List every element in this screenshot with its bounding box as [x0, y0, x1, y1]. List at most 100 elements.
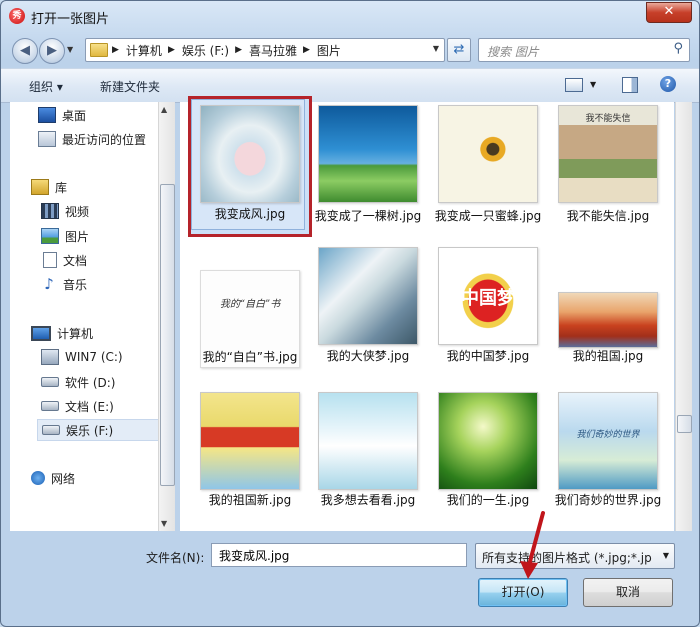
new-folder-button[interactable]: 新建文件夹: [100, 78, 160, 95]
image-thumbnail: [318, 105, 418, 203]
back-arrow-icon: ◀: [20, 43, 30, 58]
scroll-up-icon[interactable]: ▲: [161, 105, 167, 114]
address-history-dropdown[interactable]: ▼: [433, 44, 439, 53]
file-name: 我不能失信.jpg: [566, 209, 650, 223]
image-thumbnail: 我不能失信: [558, 105, 658, 203]
title-bar: 秀 打开一张图片 ✕: [1, 1, 699, 31]
scrollbar-thumb[interactable]: [677, 415, 692, 433]
file-name: 我变成风.jpg: [214, 207, 286, 221]
sidebar-item-label: 文档: [63, 253, 88, 268]
forward-arrow-icon: ▶: [47, 43, 57, 58]
cancel-button[interactable]: 取消: [583, 578, 673, 607]
sidebar-item-label: 视频: [65, 204, 90, 219]
file-name: 我的大侠梦.jpg: [326, 349, 410, 363]
recent-locations-dropdown[interactable]: ▼: [67, 45, 73, 54]
file-type-select[interactable]: 所有支持的图片格式 (*.jpg;*.jp ▼: [475, 543, 675, 569]
video-icon: [41, 203, 59, 219]
chevron-right-icon[interactable]: ▶: [112, 45, 119, 55]
command-toolbar: 组织 ▾ 新建文件夹 ▼ ?: [1, 68, 699, 103]
image-thumbnail: [438, 392, 538, 490]
close-button[interactable]: ✕: [646, 2, 692, 23]
chevron-right-icon[interactable]: ▶: [303, 45, 310, 55]
sidebar-item-computer[interactable]: 计算机: [31, 322, 178, 344]
thumbnail-caption: 我们奇妙的世界: [576, 430, 640, 440]
sidebar-item-label: WIN7 (C:): [65, 350, 123, 364]
filename-field[interactable]: [211, 543, 467, 567]
sidebar-item-label: 音乐: [63, 277, 88, 292]
recent-places-icon: [38, 131, 56, 147]
back-button[interactable]: ◀: [12, 38, 38, 64]
change-view-icon[interactable]: [565, 78, 583, 92]
drive-c-icon: [41, 349, 59, 365]
sidebar-item-label: 计算机: [57, 326, 94, 341]
network-icon: [31, 471, 45, 485]
computer-icon: [31, 325, 51, 341]
sidebar-item-label: 文档 (E:): [65, 399, 114, 414]
file-name: 我的中国梦.jpg: [446, 349, 530, 363]
app-logo-icon: 秀: [9, 8, 25, 24]
navigation-pane: 桌面 最近访问的位置 库 视频 图片 文档 ♪ 音乐 计算机 WIN7 (C:)…: [10, 102, 165, 531]
view-options-dropdown[interactable]: ▼: [590, 80, 596, 89]
image-thumbnail: [558, 292, 658, 348]
thumbnail-caption: 我不能失信: [585, 114, 631, 124]
file-name: 我变成了一棵树.jpg: [314, 209, 422, 223]
sidebar-item-label: 最近访问的位置: [62, 132, 147, 147]
file-list-scrollbar[interactable]: [675, 102, 692, 531]
sidebar-item-label: 桌面: [62, 108, 87, 123]
sidebar-item-label: 图片: [65, 229, 90, 244]
help-icon[interactable]: ?: [660, 76, 676, 92]
file-type-value: 所有支持的图片格式 (*.jpg;*.jp: [482, 551, 652, 565]
sidebar-item-label: 娱乐 (F:): [66, 423, 114, 438]
forward-button[interactable]: ▶: [39, 38, 65, 64]
library-icon: [31, 179, 49, 195]
image-thumbnail: [200, 392, 300, 490]
chevron-right-icon[interactable]: ▶: [235, 45, 242, 55]
breadcrumb-himalaya[interactable]: 喜马拉雅: [249, 42, 297, 59]
filename-label: 文件名(N):: [146, 551, 205, 565]
image-thumbnail: 中国梦: [438, 247, 538, 345]
open-button[interactable]: 打开(O): [478, 578, 568, 607]
sidebar-item-drive-f[interactable]: 娱乐 (F:): [37, 419, 161, 441]
filename-input[interactable]: [217, 547, 461, 563]
thumbnail-caption: 我的“自白”书: [219, 299, 281, 310]
file-name: 我们的一生.jpg: [446, 493, 530, 507]
folder-icon: [90, 43, 108, 57]
file-name: 我的祖国.jpg: [572, 349, 644, 363]
search-input[interactable]: 搜索 图片 ⚲: [478, 38, 690, 62]
address-bar[interactable]: ▶ 计算机 ▶ 娱乐 (F:) ▶ 喜马拉雅 ▶ 图片 ▼: [85, 38, 445, 62]
drive-f-icon: [42, 425, 60, 435]
image-thumbnail: [318, 392, 418, 490]
file-name: 我的祖国新.jpg: [208, 493, 292, 507]
file-name: 我的“自白”书.jpg: [202, 350, 298, 364]
window-title: 打开一张图片: [31, 12, 110, 27]
breadcrumb-computer[interactable]: 计算机: [126, 42, 162, 59]
navigation-scrollbar[interactable]: ▲ ▼: [158, 102, 175, 531]
sidebar-item-label: 软件 (D:): [65, 375, 116, 390]
breadcrumb-pictures[interactable]: 图片: [317, 42, 341, 59]
file-name: 我变成一只蜜蜂.jpg: [434, 209, 542, 223]
scrollbar-thumb[interactable]: [160, 184, 175, 486]
breadcrumb-drive-f[interactable]: 娱乐 (F:): [182, 42, 229, 59]
breadcrumb: ▶ 计算机 ▶ 娱乐 (F:) ▶ 喜马拉雅 ▶ 图片: [112, 39, 347, 61]
image-thumbnail: [438, 105, 538, 203]
search-icon[interactable]: ⚲: [673, 41, 683, 56]
scroll-down-icon[interactable]: ▼: [161, 519, 167, 528]
drive-d-icon: [41, 377, 59, 387]
sidebar-item-library[interactable]: 库: [31, 176, 178, 198]
image-thumbnail: 我们奇妙的世界: [558, 392, 658, 490]
sidebar-item-network[interactable]: 网络: [31, 467, 178, 489]
image-thumbnail: [200, 105, 300, 203]
drive-e-icon: [41, 401, 59, 411]
sidebar-item-label: 库: [55, 180, 68, 195]
music-icon: ♪: [44, 275, 54, 293]
refresh-button[interactable]: ⇄: [447, 38, 471, 62]
open-image-dialog: 秀 打开一张图片 ✕ ◀ ▶ ▼ ▶ 计算机 ▶ 娱乐 (F:) ▶ 喜马拉雅 …: [0, 0, 700, 627]
thumbnail-caption: 中国梦: [461, 288, 515, 309]
documents-icon: [43, 252, 57, 268]
chevron-down-icon[interactable]: ▼: [663, 551, 669, 560]
image-thumbnail: [318, 247, 418, 345]
chevron-right-icon[interactable]: ▶: [168, 45, 175, 55]
file-name: 我多想去看看.jpg: [320, 493, 416, 507]
organize-menu-button[interactable]: 组织 ▾: [29, 78, 63, 95]
preview-pane-icon[interactable]: [622, 77, 638, 93]
